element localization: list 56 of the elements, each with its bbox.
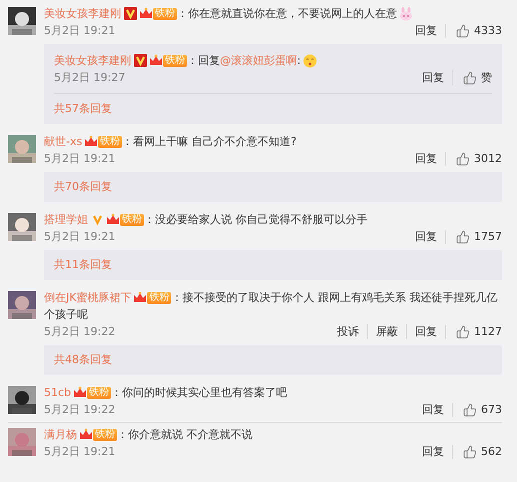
like-button[interactable]: 1757 <box>445 230 502 244</box>
thumbs-up-icon <box>456 230 470 244</box>
action-link[interactable]: 回复 <box>414 402 452 417</box>
action-link[interactable]: 回复 <box>407 23 445 38</box>
timestamp: 5月2日 19:22 <box>44 324 116 339</box>
action-link[interactable]: 回复 <box>407 229 445 244</box>
fan-badge: 铁粉 <box>163 54 187 67</box>
like-button[interactable]: 673 <box>452 402 502 416</box>
thumbs-up-icon <box>456 152 470 166</box>
timestamp: 5月2日 19:21 <box>44 151 116 166</box>
fan-badge: 铁粉 <box>87 386 112 399</box>
like-button[interactable]: 3012 <box>445 152 502 166</box>
crown-icon <box>73 386 88 400</box>
fan-badge: 铁粉 <box>147 292 172 304</box>
fan-badge: 铁粉 <box>153 8 177 20</box>
verified-icon <box>134 54 147 68</box>
action-link[interactable]: 回复 <box>414 444 452 459</box>
comment-text: 献世-xs 铁粉 ：看网上干嘛 自己介不介意不知道? <box>44 134 298 150</box>
kissing-face-emoji-icon <box>302 54 317 68</box>
thumbs-up-icon <box>456 24 470 38</box>
crown-icon <box>106 212 120 227</box>
timestamp: 5月2日 19:21 <box>44 444 116 459</box>
crown-icon <box>133 290 148 305</box>
fan-badge: 铁粉 <box>93 428 117 441</box>
fan-badge: 铁粉 <box>120 214 144 226</box>
reply-text: 美妆女孩李建刚 铁粉 ：回复@滚滚妞彭蛋啊: <box>54 52 492 69</box>
timestamp: 5月2日 19:21 <box>44 229 116 244</box>
action-link[interactable]: 屏蔽 <box>367 324 406 339</box>
crown-icon <box>79 428 93 442</box>
like-button[interactable]: 4333 <box>445 24 502 38</box>
timestamp: 5月2日 19:27 <box>54 70 126 85</box>
crown-icon <box>149 54 163 68</box>
action-link[interactable]: 回复 <box>407 151 445 166</box>
thumbs-up-icon <box>463 444 477 458</box>
rabbit-emoji-icon <box>399 6 413 21</box>
like-button[interactable]: 1127 <box>445 324 502 338</box>
verified-icon <box>124 7 137 20</box>
action-link[interactable]: 回复 <box>414 70 452 85</box>
like-button[interactable]: 562 <box>452 444 502 458</box>
crown-icon <box>139 6 153 21</box>
timestamp: 5月2日 19:22 <box>44 402 116 417</box>
comment-text: 倒在JK蜜桃豚裙下 铁粉 ：接不接受的了取决于你个人 跟网上有鸡毛关系 我还徒手捏死几亿个孩子呢 <box>44 290 498 323</box>
crown-icon <box>84 134 98 149</box>
action-link[interactable]: 投诉 <box>329 324 367 339</box>
like-button[interactable]: 赞 <box>452 70 492 85</box>
action-link[interactable]: 回复 <box>406 324 445 339</box>
thumbs-up-icon <box>463 402 477 416</box>
fan-badge: 铁粉 <box>98 136 122 148</box>
timestamp: 5月2日 19:21 <box>44 23 116 38</box>
comment-text: 美妆女孩李建刚 铁粉 ：你在意就直说你在意，不要说网上的人在意 <box>44 5 502 22</box>
verified-icon <box>91 213 104 226</box>
thumbs-up-icon <box>456 324 470 338</box>
comment-text: 51cb 铁粉 ：你问的时候其实心里也有答案了吧 <box>44 384 288 401</box>
comment-text: 满月杨 铁粉 ：你介意就说 不介意就不说 <box>44 426 254 443</box>
thumbs-up-icon <box>463 70 477 84</box>
comment-text: 搭理学姐 铁粉 ：没必要给家人说 你自己觉得不舒服可以分手 <box>44 212 368 228</box>
